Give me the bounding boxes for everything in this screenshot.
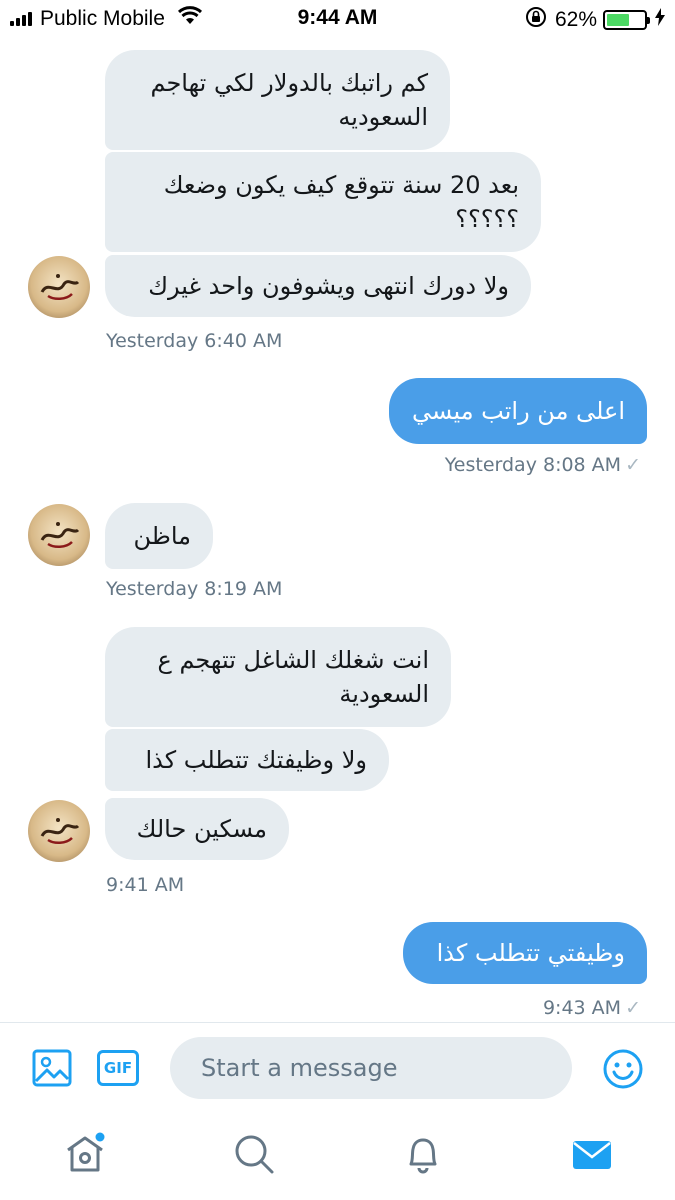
avatar-image (40, 522, 80, 548)
message-text: كم راتبك بالدولار لكي تهاجم السعوديه (150, 69, 428, 131)
message-bubble[interactable]: وظيفتي تتطلب كذا (403, 922, 647, 984)
message-text: ولا وظيفتك تتطلب كذا (145, 746, 367, 774)
gif-icon[interactable]: GIF (97, 1050, 139, 1086)
image-icon[interactable] (32, 1049, 72, 1087)
contact-avatar[interactable] (28, 504, 90, 566)
status-bar: Public Mobile 9:44 AM 62% (0, 0, 675, 38)
message-text: بعد 20 سنة تتوقع كيف يكون وضعك ؟؟؟؟؟ (163, 171, 519, 233)
message-bubble[interactable]: بعد 20 سنة تتوقع كيف يكون وضعك ؟؟؟؟؟ (105, 152, 541, 252)
tab-notifications[interactable] (401, 1132, 445, 1176)
notification-dot (95, 1132, 105, 1142)
search-icon (235, 1135, 274, 1174)
tab-messages[interactable] (570, 1132, 614, 1176)
home-icon (67, 1132, 105, 1172)
battery-fill (607, 14, 630, 26)
avatar-image (40, 818, 80, 844)
compose-bar: GIF Start a message (0, 1022, 675, 1112)
message-bubble[interactable]: كم راتبك بالدولار لكي تهاجم السعوديه (105, 50, 450, 150)
message-bubble[interactable]: اعلى من راتب ميسي (389, 378, 647, 444)
timestamp-text: Yesterday 8:08 AM (444, 454, 622, 476)
contact-avatar[interactable] (28, 800, 90, 862)
message-input[interactable]: Start a message (170, 1037, 572, 1099)
mail-icon (573, 1141, 611, 1169)
timestamp-text: 9:41 AM (106, 874, 185, 896)
read-check-icon: ✓ (625, 454, 641, 476)
orientation-lock-icon (525, 6, 547, 34)
message-text: ولا دورك انتهى ويشوفون واحد غيرك (148, 272, 509, 300)
message-bubble[interactable]: ماظن (105, 503, 213, 569)
timestamp-text: Yesterday 8:19 AM (106, 578, 283, 600)
gif-label: GIF (103, 1059, 133, 1077)
emoji-icon[interactable] (602, 1048, 644, 1090)
bell-icon (409, 1138, 437, 1174)
status-right: 62% (525, 6, 665, 34)
timestamp-text: 9:43 AM (542, 997, 622, 1019)
message-text: اعلى من راتب ميسي (412, 397, 625, 425)
message-timestamp: Yesterday 6:40 AM (106, 330, 282, 352)
tab-home[interactable] (63, 1132, 107, 1176)
message-text: ماظن (133, 522, 191, 550)
battery-icon (603, 10, 650, 30)
battery-percent: 62% (554, 8, 597, 31)
message-input-placeholder: Start a message (201, 1054, 398, 1082)
message-text: مسكين حالك (136, 815, 267, 843)
read-check-icon: ✓ (625, 997, 641, 1019)
message-bubble[interactable]: مسكين حالك (105, 798, 289, 860)
message-bubble[interactable]: ولا وظيفتك تتطلب كذا (105, 729, 389, 791)
message-timestamp: Yesterday 8:08 AM ✓ (445, 454, 641, 476)
message-timestamp: Yesterday 8:19 AM (106, 578, 282, 600)
message-timestamp: 9:43 AM ✓ (543, 997, 641, 1019)
tab-bar (0, 1112, 675, 1200)
contact-avatar[interactable] (28, 256, 90, 318)
message-text: انت شغلك الشاغل تتهجم ع السعودية (157, 646, 430, 708)
message-timestamp: 9:41 AM (106, 874, 184, 896)
message-bubble[interactable]: انت شغلك الشاغل تتهجم ع السعودية (105, 627, 451, 727)
message-bubble[interactable]: ولا دورك انتهى ويشوفون واحد غيرك (105, 255, 531, 317)
message-text: وظيفتي تتطلب كذا (436, 939, 625, 967)
timestamp-text: Yesterday 6:40 AM (106, 330, 283, 352)
charging-icon (655, 8, 665, 32)
tab-search[interactable] (232, 1132, 276, 1176)
avatar-image (40, 274, 80, 300)
